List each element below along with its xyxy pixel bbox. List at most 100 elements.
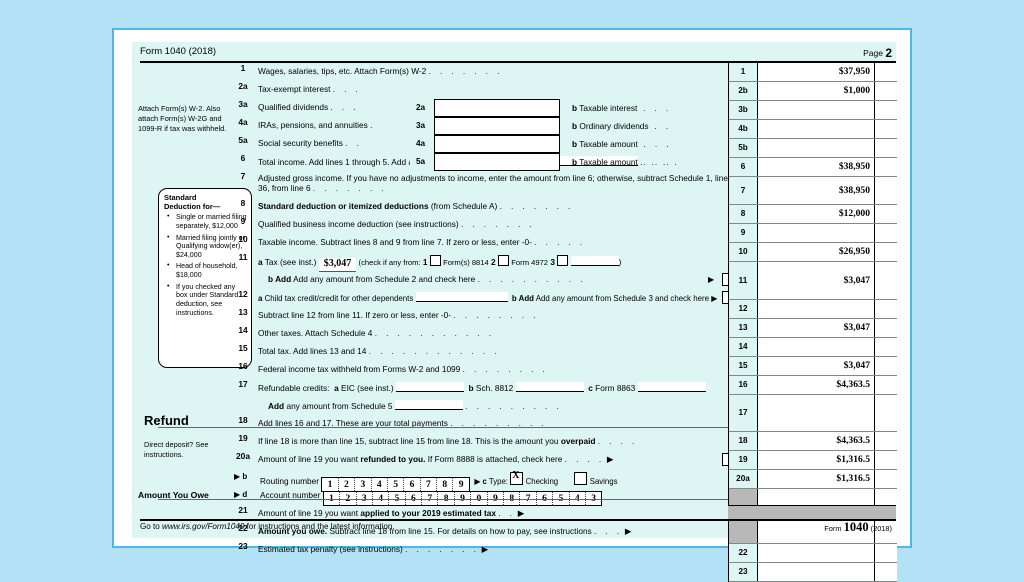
amount-row-value[interactable]: $12,000 — [758, 205, 875, 223]
amount-row: 13 $3,047 — [729, 319, 897, 338]
line-text: Refundable credits: a EIC (see inst.) b … — [258, 382, 738, 393]
amount-row-value[interactable] — [758, 338, 875, 356]
irs-form-1040-page2: Form 1040 (2018) Page 2 Attach Form(s) W… — [132, 42, 897, 582]
amount-row-cents[interactable] — [875, 357, 897, 375]
form-4972-checkbox[interactable] — [497, 255, 509, 266]
checking-checkbox[interactable] — [510, 470, 524, 485]
option-1-number: 1 — [422, 257, 428, 267]
amount-row-cents[interactable] — [875, 376, 897, 394]
amount-row-value[interactable]: $3,047 — [758, 319, 875, 337]
checking-label: Checking — [525, 477, 559, 486]
amount-row-cents[interactable] — [875, 470, 897, 488]
amount-row: 19 $1,316.5 — [729, 451, 897, 470]
form-8863-field[interactable] — [637, 382, 706, 392]
amount-row-value[interactable] — [758, 395, 875, 431]
eic-field[interactable] — [395, 382, 464, 392]
line-number: 21 — [238, 505, 248, 515]
amount-row-cents[interactable] — [875, 432, 897, 450]
amount-row-cents[interactable] — [875, 544, 897, 562]
line-text-rest: (from Schedule A) — [430, 201, 498, 211]
amount-row-cents[interactable] — [875, 300, 897, 318]
line-number: 16 — [238, 361, 248, 371]
option-3-checkbox[interactable] — [557, 255, 569, 266]
amount-row-value[interactable]: $37,950 — [758, 63, 875, 81]
line-11a-tax-amount[interactable]: $3,047 — [318, 258, 357, 272]
form-header-title: Form 1040 (2018) — [140, 46, 217, 57]
schedule-5-field[interactable] — [394, 400, 463, 410]
amount-row-value[interactable] — [758, 101, 875, 119]
form-8814-checkbox[interactable] — [429, 255, 441, 266]
amount-row-cents[interactable] — [875, 82, 897, 100]
amount-row-cents[interactable] — [875, 262, 897, 299]
amount-row: 2b $1,000 — [729, 82, 897, 101]
account-type-label: Type: — [488, 477, 508, 486]
amount-row-cents[interactable] — [875, 158, 897, 176]
irs-url[interactable]: www.irs.gov/Form1040 — [162, 522, 244, 531]
amount-row-cents[interactable] — [875, 139, 897, 157]
amount-row-cents[interactable] — [875, 224, 897, 242]
amount-row-value[interactable]: $1,000 — [758, 82, 875, 100]
line-number: 13 — [238, 307, 248, 317]
leader-dots: . . . . . . . . . . . . — [368, 346, 500, 356]
line-text: Subtract line 12 from line 11. If zero o… — [258, 310, 539, 320]
amount-row-value[interactable] — [758, 120, 875, 138]
amount-row-value[interactable]: $38,950 — [758, 158, 875, 176]
line-text: Amount of line 19 you want refunded to y… — [258, 454, 614, 464]
line-number: 11 — [238, 252, 248, 262]
amount-row-cents[interactable] — [875, 319, 897, 337]
amount-row-cents[interactable] — [875, 451, 897, 469]
amount-row-value[interactable]: $1,316.5 — [758, 451, 875, 469]
option-3-number: 3 — [550, 257, 555, 267]
amount-row-value[interactable]: $1,316.5 — [758, 470, 875, 488]
amount-row-line-number: 9 — [729, 224, 758, 242]
line-21-arrow-icon: ▶ — [517, 508, 525, 518]
amount-row-line-number: 15 — [729, 357, 758, 375]
amount-row: 8 $12,000 — [729, 205, 897, 224]
child-tax-credit-field[interactable] — [415, 292, 508, 302]
leader-dots: . . . — [637, 157, 673, 167]
option-3-field[interactable] — [570, 256, 619, 266]
option-2-number: 2 — [491, 257, 496, 267]
amount-row-value[interactable]: $3,047 — [758, 262, 875, 299]
sub-letter-b: b — [242, 472, 248, 481]
amount-row-cents[interactable] — [875, 338, 897, 356]
line-11-check-prefix: (check if any from: — [358, 258, 421, 267]
amount-row-line-number: 5b — [729, 139, 758, 157]
amount-row-cents[interactable] — [875, 395, 897, 431]
sch-8812-field[interactable] — [515, 382, 584, 392]
amount-row-cents[interactable] — [875, 243, 897, 261]
amount-row-cents[interactable] — [875, 177, 897, 204]
amount-row-value[interactable] — [758, 544, 875, 562]
amount-row-value[interactable]: $26,950 — [758, 243, 875, 261]
amount-row-value[interactable]: $38,950 — [758, 177, 875, 204]
amount-row-cents[interactable] — [875, 120, 897, 138]
line-text: Federal income tax withheld from Forms W… — [258, 364, 549, 374]
amount-row-value[interactable]: $3,047 — [758, 357, 875, 375]
amount-row-value[interactable]: $4,363.5 — [758, 432, 875, 450]
leader-dots: . . . . . . . — [460, 219, 536, 229]
amount-row-line-number: 4b — [729, 120, 758, 138]
mid-line-number-3a: 3a — [416, 121, 426, 130]
leader-dots: . . — [498, 508, 516, 518]
amount-row-cents[interactable] — [875, 205, 897, 223]
line-number: 18 — [238, 415, 248, 425]
amount-row-value[interactable] — [758, 300, 875, 318]
amount-row-value[interactable] — [758, 224, 875, 242]
savings-checkbox[interactable] — [574, 472, 588, 485]
sub-letter-a: a — [258, 257, 263, 267]
amount-row-value[interactable]: $4,363.5 — [758, 376, 875, 394]
amount-row-line-number: 20a — [729, 470, 758, 488]
line-number: 2a — [238, 81, 248, 91]
amount-row: 22 — [729, 544, 897, 563]
footer-form-id: Form 1040 (2018) — [824, 520, 892, 534]
amount-row-cents[interactable] — [875, 563, 897, 581]
amount-row-cents[interactable] — [875, 101, 897, 119]
line-text: Other taxes. Attach Schedule 4 . . . . .… — [258, 328, 495, 338]
amount-row-value[interactable] — [758, 563, 875, 581]
amount-row-cents[interactable] — [875, 63, 897, 81]
amount-row-line-number: 2b — [729, 82, 758, 100]
amount-row-value[interactable] — [758, 139, 875, 157]
routing-number-label: Routing number — [260, 476, 320, 486]
line-number: 14 — [238, 325, 248, 335]
line-number: 15 — [238, 343, 248, 353]
